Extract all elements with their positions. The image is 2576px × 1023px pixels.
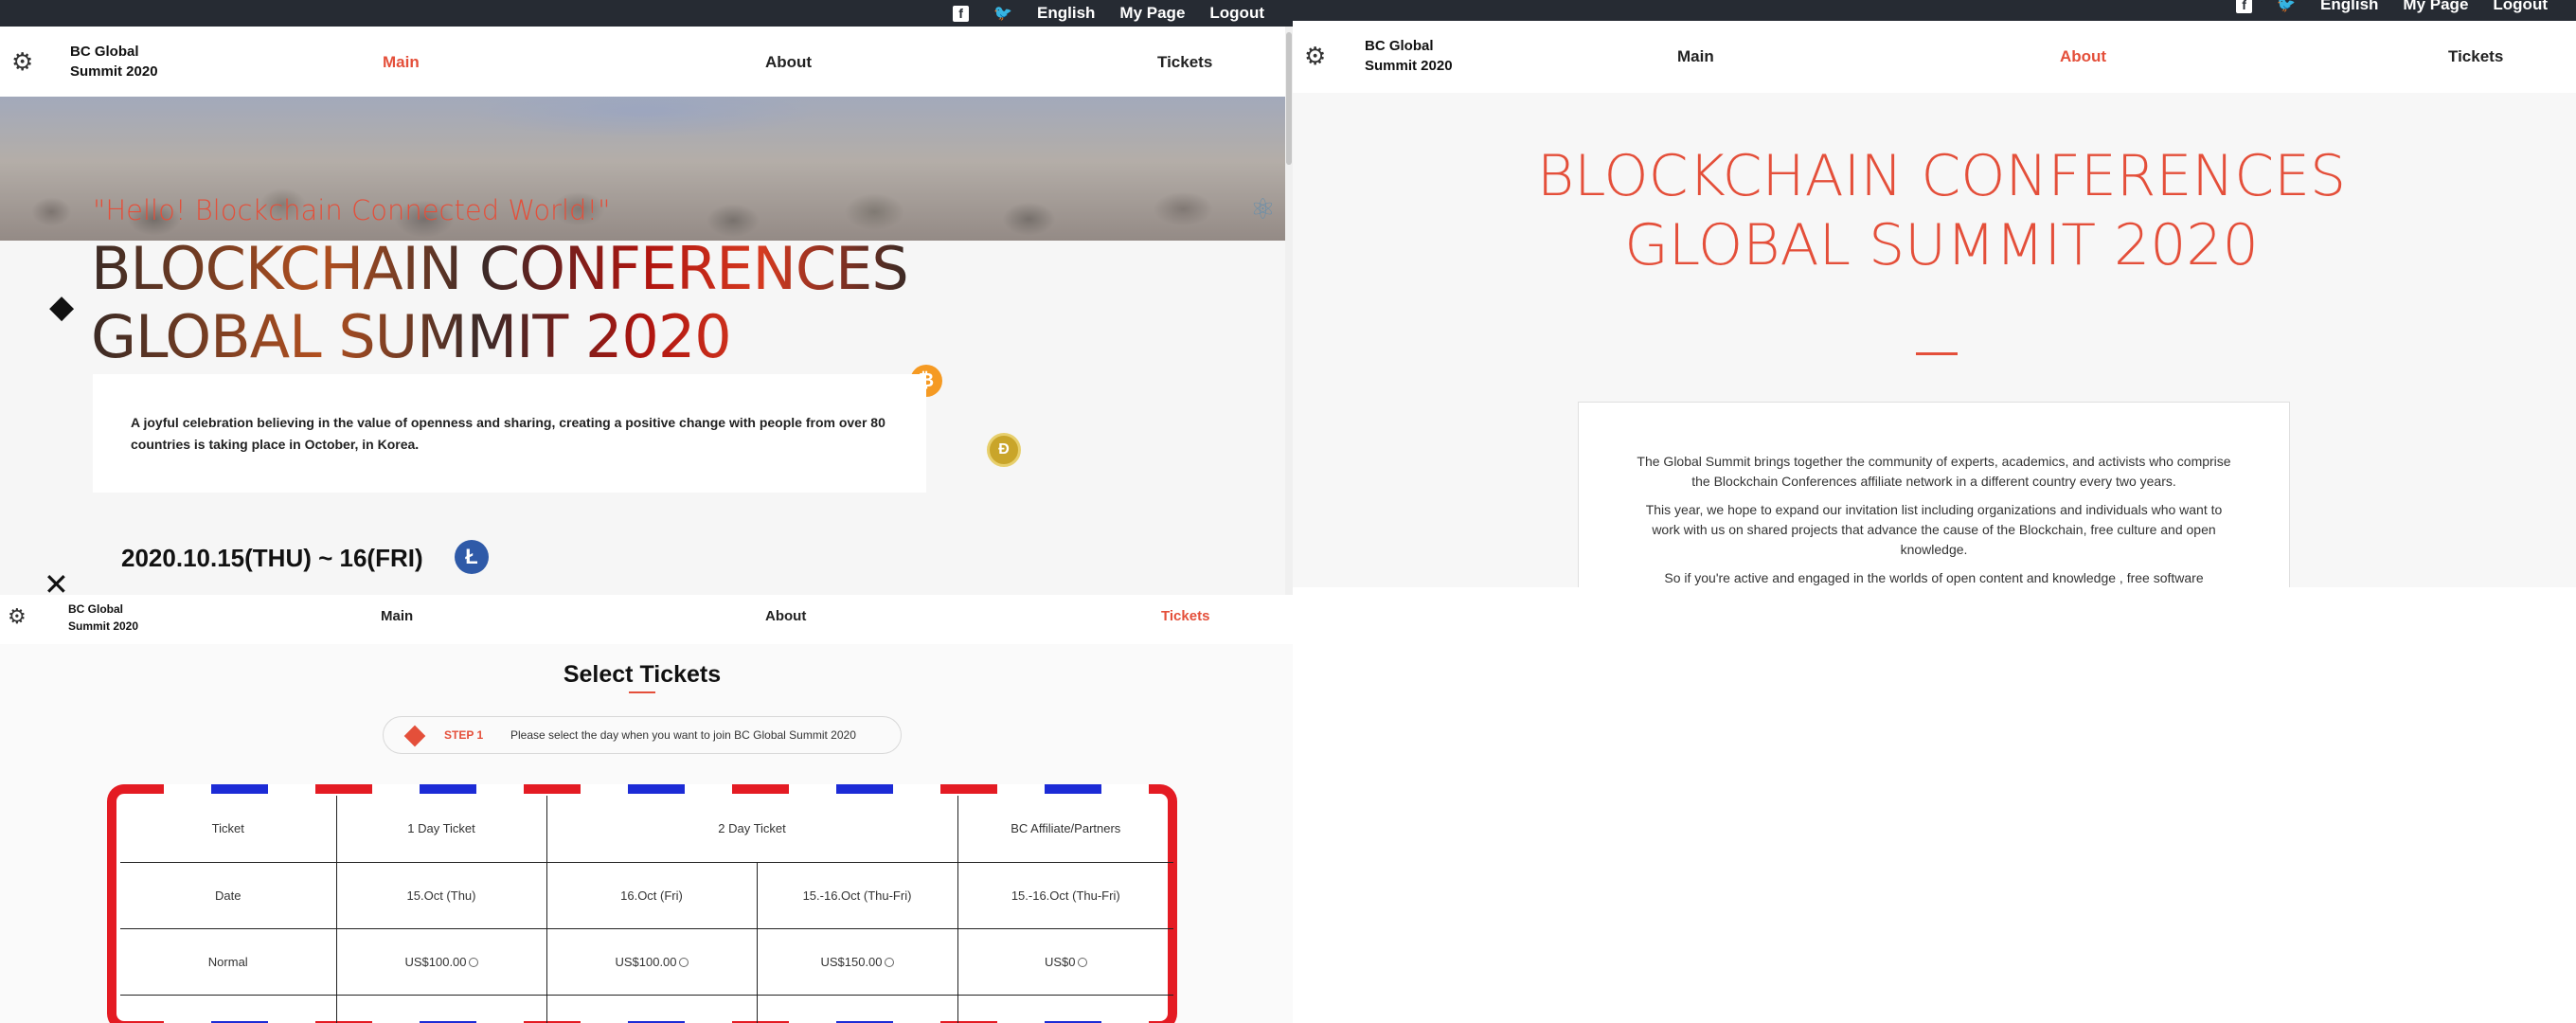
main-page-panel: f 🐦 English My Page Logout ⚙ BC Global S… (0, 0, 1293, 595)
nav-tickets[interactable]: Tickets (2448, 47, 2503, 66)
table-header: 2 Day Ticket (546, 796, 958, 863)
table-cell: 15.Oct (Thu) (335, 861, 547, 929)
nav-tickets[interactable]: Tickets (1161, 608, 1209, 624)
table-cell (756, 994, 958, 1023)
facebook-icon[interactable]: f (2236, 0, 2253, 13)
table-header: BC Affiliate/Partners (957, 796, 1173, 863)
table-header: Ticket (120, 796, 337, 863)
nav-about[interactable]: About (765, 53, 812, 72)
twitter-icon[interactable]: 🐦 (2277, 0, 2296, 14)
table-cell (957, 994, 1173, 1023)
hero-title-line1: BLOCKCHAIN CONFERENCES (91, 234, 908, 303)
litecoin-icon: Ł (455, 540, 489, 574)
radio-button[interactable] (1077, 957, 1087, 967)
nav-main[interactable]: Main (1677, 47, 1714, 66)
brand-line2: Summit 2020 (68, 619, 139, 633)
nav-tickets[interactable]: Tickets (1157, 53, 1212, 72)
brand-logo[interactable]: BC Global Summit 2020 (68, 601, 138, 635)
brand-line2: Summit 2020 (1365, 58, 1453, 74)
logo-icon[interactable]: ⚙ (8, 604, 27, 629)
facebook-icon[interactable]: f (953, 5, 970, 22)
ticket-table-frame: Ticket 1 Day Ticket 2 Day Ticket BC Affi… (107, 784, 1177, 1023)
table-cell: Date (120, 861, 337, 929)
ripple-icon: ✕ (44, 567, 69, 595)
nav-about[interactable]: About (2060, 47, 2106, 66)
table-row (120, 994, 1173, 1023)
table-row: Normal US$100.00 US$100.00 US$150.00 US$… (120, 927, 1173, 996)
nav-about[interactable]: About (765, 608, 806, 624)
about-para2: This year, we hope to expand our invitat… (1645, 502, 2223, 557)
logout-link[interactable]: Logout (2493, 0, 2548, 14)
select-tickets-title: Select Tickets (563, 661, 722, 688)
ticket-option[interactable]: US$100.00 (546, 927, 758, 996)
table-header: 1 Day Ticket (335, 796, 547, 863)
title-underline (629, 691, 655, 693)
my-page-link[interactable]: My Page (2403, 0, 2468, 14)
about-page-panel: f 🐦 English My Page Logout ⚙ BC Global S… (1293, 0, 2576, 587)
table-cell (335, 994, 547, 1023)
step-label: STEP 1 (444, 728, 484, 742)
ticket-table: Ticket 1 Day Ticket 2 Day Ticket BC Affi… (120, 796, 1173, 1023)
logo-icon[interactable]: ⚙ (1304, 42, 1326, 71)
main-nav: ⚙ BC Global Summit 2020 Main About Ticke… (0, 595, 1293, 644)
step-indicator: STEP 1 Please select the day when you wa… (383, 716, 902, 754)
event-date: 2020.10.15(THU) ~ 16(FRI) (121, 544, 423, 572)
language-link[interactable]: English (1037, 4, 1095, 23)
about-para1: The Global Summit brings together the co… (1637, 454, 2231, 489)
hero-title: BLOCKCHAIN CONFERENCES GLOBAL SUMMIT 202… (91, 235, 908, 371)
about-title: BLOCKCHAIN CONFERENCES GLOBAL SUMMIT 202… (1536, 143, 2347, 278)
logo-icon[interactable]: ⚙ (11, 47, 33, 77)
table-cell (546, 994, 758, 1023)
nav-main[interactable]: Main (381, 608, 413, 624)
table-cell (120, 994, 337, 1023)
radio-button[interactable] (468, 957, 478, 967)
main-nav: ⚙ BC Global Summit 2020 Main About Ticke… (1293, 21, 2576, 93)
table-cell: Normal (120, 927, 337, 996)
brand-logo[interactable]: BC Global Summit 2020 (1365, 36, 1453, 76)
price-label: US$150.00 (820, 954, 883, 969)
table-row: Date 15.Oct (Thu) 16.Oct (Fri) 15.-16.Oc… (120, 861, 1173, 929)
brand-line1: BC Global (70, 44, 139, 60)
radio-button[interactable] (678, 957, 689, 967)
top-bar: f 🐦 English My Page Logout (0, 0, 1293, 27)
description-text: A joyful celebration believing in the va… (131, 415, 886, 452)
table-row: Ticket 1 Day Ticket 2 Day Ticket BC Affi… (120, 796, 1173, 863)
nav-main[interactable]: Main (383, 53, 420, 72)
price-label: US$100.00 (404, 954, 467, 969)
brand-line1: BC Global (68, 602, 124, 616)
scrollbar-thumb[interactable] (1286, 32, 1292, 165)
ethereum-icon: ◆ (49, 289, 75, 325)
price-label: US$100.00 (615, 954, 677, 969)
about-para3: So if you're active and engaged in the w… (1664, 570, 2204, 585)
price-label: US$0 (1044, 954, 1076, 969)
brand-logo[interactable]: BC Global Summit 2020 (70, 42, 158, 81)
ticket-option[interactable]: US$100.00 (335, 927, 547, 996)
table-cell: 16.Oct (Fri) (546, 861, 758, 929)
brand-line1: BC Global (1365, 38, 1434, 54)
main-nav: ⚙ BC Global Summit 2020 Main About Ticke… (0, 27, 1293, 97)
step-message: Please select the day when you want to j… (510, 728, 856, 742)
scrollbar[interactable] (1285, 27, 1293, 595)
logout-link[interactable]: Logout (1209, 4, 1264, 23)
table-cell: 15.-16.Oct (Thu-Fri) (957, 861, 1173, 929)
ticket-option[interactable]: US$150.00 (756, 927, 958, 996)
step-diamond-icon (403, 725, 426, 747)
brand-line2: Summit 2020 (70, 63, 158, 80)
atom-icon: ⚛ (1250, 194, 1276, 225)
language-link[interactable]: English (2320, 0, 2378, 14)
description-card: A joyful celebration believing in the va… (93, 374, 926, 493)
hero-title-line2: GLOBAL SUMMIT 2020 (91, 302, 731, 371)
hero-greeting: "Hello! Blockchain Connected World!" (93, 194, 611, 226)
twitter-icon[interactable]: 🐦 (993, 4, 1012, 23)
my-page-link[interactable]: My Page (1119, 4, 1185, 23)
top-bar: f 🐦 English My Page Logout (1293, 0, 2576, 21)
radio-button[interactable] (884, 957, 894, 967)
table-cell: 15.-16.Oct (Thu-Fri) (756, 861, 958, 929)
about-card: The Global Summit brings together the co… (1578, 402, 2290, 587)
ticket-option[interactable]: US$0 (957, 927, 1173, 996)
title-underline (1916, 352, 1958, 355)
tickets-page-panel: ⚙ BC Global Summit 2020 Main About Ticke… (0, 595, 1293, 1023)
dogecoin-icon: Ð (987, 433, 1021, 467)
